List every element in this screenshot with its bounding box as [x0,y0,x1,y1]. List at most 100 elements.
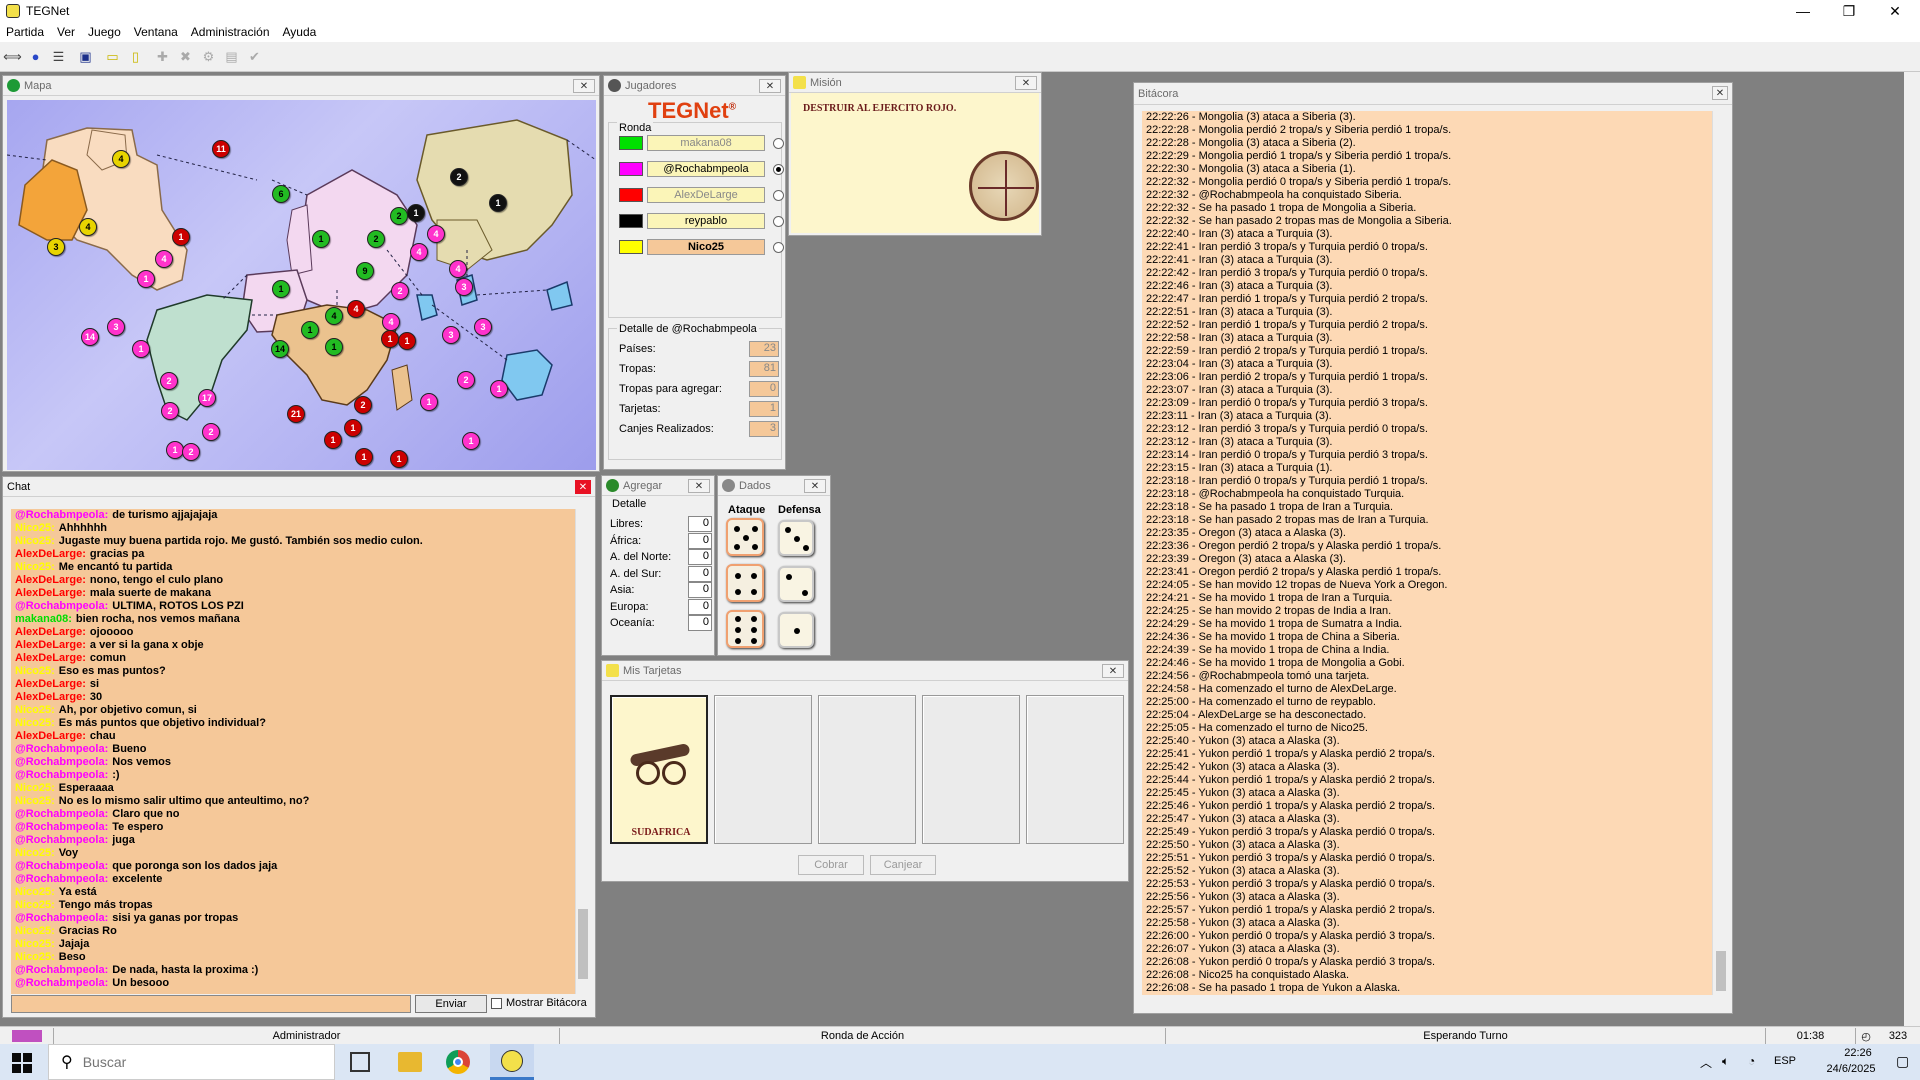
add-value[interactable]: 0 [688,598,712,615]
army-marker[interactable]: 21 [287,405,305,423]
menu-juego[interactable]: Juego [88,25,121,39]
add-value[interactable]: 0 [688,565,712,582]
army-marker[interactable]: 4 [449,260,467,278]
tray-chevron-icon[interactable]: ︿ [1700,1054,1712,1071]
add-troops-icon[interactable]: ✚ [152,46,173,67]
add-value[interactable]: 0 [688,516,712,532]
army-marker[interactable]: 2 [457,371,475,389]
player-row[interactable]: makana08 [619,135,784,151]
tegnet-taskbar-button[interactable] [490,1044,534,1080]
taskbar-search[interactable]: ⚲ [48,1044,335,1080]
army-marker[interactable]: 1 [344,419,362,437]
army-marker[interactable]: 4 [382,313,400,331]
card-icon[interactable]: ▭ [102,46,123,67]
exchange-button[interactable]: Canjear [870,855,936,875]
player-row[interactable]: Nico25 [619,239,784,255]
army-marker[interactable]: 4 [79,218,97,236]
army-marker[interactable]: 3 [107,318,125,336]
menu-partida[interactable]: Partida [6,25,44,39]
player-row[interactable]: reypablo [619,213,784,229]
army-marker[interactable]: 4 [155,250,173,268]
chat-close-icon[interactable]: ✕ [575,480,591,494]
army-marker[interactable]: 3 [442,326,460,344]
log-scroll-thumb[interactable] [1716,951,1726,991]
army-marker[interactable]: 1 [407,204,425,222]
army-marker[interactable]: 1 [390,450,408,468]
army-marker[interactable]: 2 [182,443,200,461]
army-marker[interactable]: 1 [398,332,416,350]
army-marker[interactable]: 1 [137,270,155,288]
add-value[interactable]: 0 [688,549,712,565]
army-marker[interactable]: 2 [354,396,372,414]
add-value[interactable]: 0 [688,615,712,631]
checkbox-box[interactable] [491,997,502,1009]
army-marker[interactable]: 2 [450,168,468,186]
chat-scrollbar[interactable] [575,509,589,994]
list-icon[interactable]: ☰ [48,46,69,67]
task-view-icon[interactable] [350,1052,370,1072]
army-marker[interactable]: 11 [212,140,230,158]
taskbar-search-input[interactable] [82,1054,303,1070]
notifications-icon[interactable]: ▢ [1896,1053,1909,1070]
show-log-checkbox[interactable]: Mostrar Bitácora [491,997,587,1009]
army-marker[interactable]: 2 [202,423,220,441]
army-marker[interactable]: 6 [272,185,290,203]
attack-icon[interactable]: ✖ [175,46,196,67]
menu-ver[interactable]: Ver [57,25,75,39]
chat-input[interactable] [11,995,411,1013]
army-marker[interactable]: 1 [301,321,319,339]
map-close-icon[interactable]: ✕ [573,79,595,93]
player-row[interactable]: AlexDeLarge [619,187,784,203]
collect-button[interactable]: Cobrar [798,855,864,875]
minimize-button[interactable]: — [1780,0,1826,22]
clock-time[interactable]: 22:26 [1832,1047,1884,1059]
army-marker[interactable]: 1 [355,448,373,466]
army-marker[interactable]: 1 [312,230,330,248]
army-marker[interactable]: 9 [356,262,374,280]
network-icon[interactable]: ◔ [1748,1054,1755,1068]
army-marker[interactable]: 4 [347,300,365,318]
players-close-icon[interactable]: ✕ [759,79,781,93]
add-close-icon[interactable]: ✕ [688,479,710,493]
mdi-scrollbar[interactable] [1904,72,1920,1026]
player-radio[interactable] [773,215,784,227]
army-marker[interactable]: 1 [132,340,150,358]
army-marker[interactable]: 1 [272,280,290,298]
army-marker[interactable]: 1 [490,380,508,398]
dice-close-icon[interactable]: ✕ [804,479,826,493]
menu-ayuda[interactable]: Ayuda [283,25,317,39]
army-marker[interactable]: 2 [161,402,179,420]
army-marker[interactable]: 1 [420,393,438,411]
regroup-icon[interactable]: ⚙ [198,46,219,67]
connect-icon[interactable]: ⟺ [2,46,23,67]
mission-close-icon[interactable]: ✕ [1015,76,1037,90]
player-row[interactable]: @Rochabmpeola [619,161,784,177]
player-radio[interactable] [773,189,784,201]
end-turn-icon[interactable]: ✔ [244,46,265,67]
army-marker[interactable]: 3 [474,318,492,336]
army-marker[interactable]: 2 [160,372,178,390]
army-marker[interactable]: 14 [81,328,99,346]
menu-ventana[interactable]: Ventana [134,25,178,39]
army-marker[interactable]: 17 [198,389,216,407]
army-marker[interactable]: 1 [381,330,399,348]
army-marker[interactable]: 2 [391,282,409,300]
army-marker[interactable]: 2 [367,230,385,248]
add-value[interactable]: 0 [688,582,712,598]
army-marker[interactable]: 14 [271,340,289,358]
menu-administracion[interactable]: Administración [191,25,270,39]
globe-icon[interactable]: ● [25,46,46,67]
card-slot-1[interactable]: SUDAFRICA [610,695,708,844]
close-button[interactable]: ✕ [1872,0,1918,22]
save-icon[interactable]: ▣ [75,46,96,67]
army-marker[interactable]: 4 [410,243,428,261]
chrome-icon[interactable] [446,1050,470,1074]
windows-start-icon[interactable] [12,1053,32,1073]
language-indicator[interactable]: ESP [1774,1055,1796,1067]
clock-date[interactable]: 24/6/2025 [1818,1063,1884,1075]
player-radio[interactable] [773,137,784,149]
volume-icon[interactable]: 🔈︎ [1722,1054,1729,1069]
army-marker[interactable]: 4 [325,307,343,325]
army-marker[interactable]: 1 [489,194,507,212]
log-scrollbar[interactable] [1712,111,1728,995]
